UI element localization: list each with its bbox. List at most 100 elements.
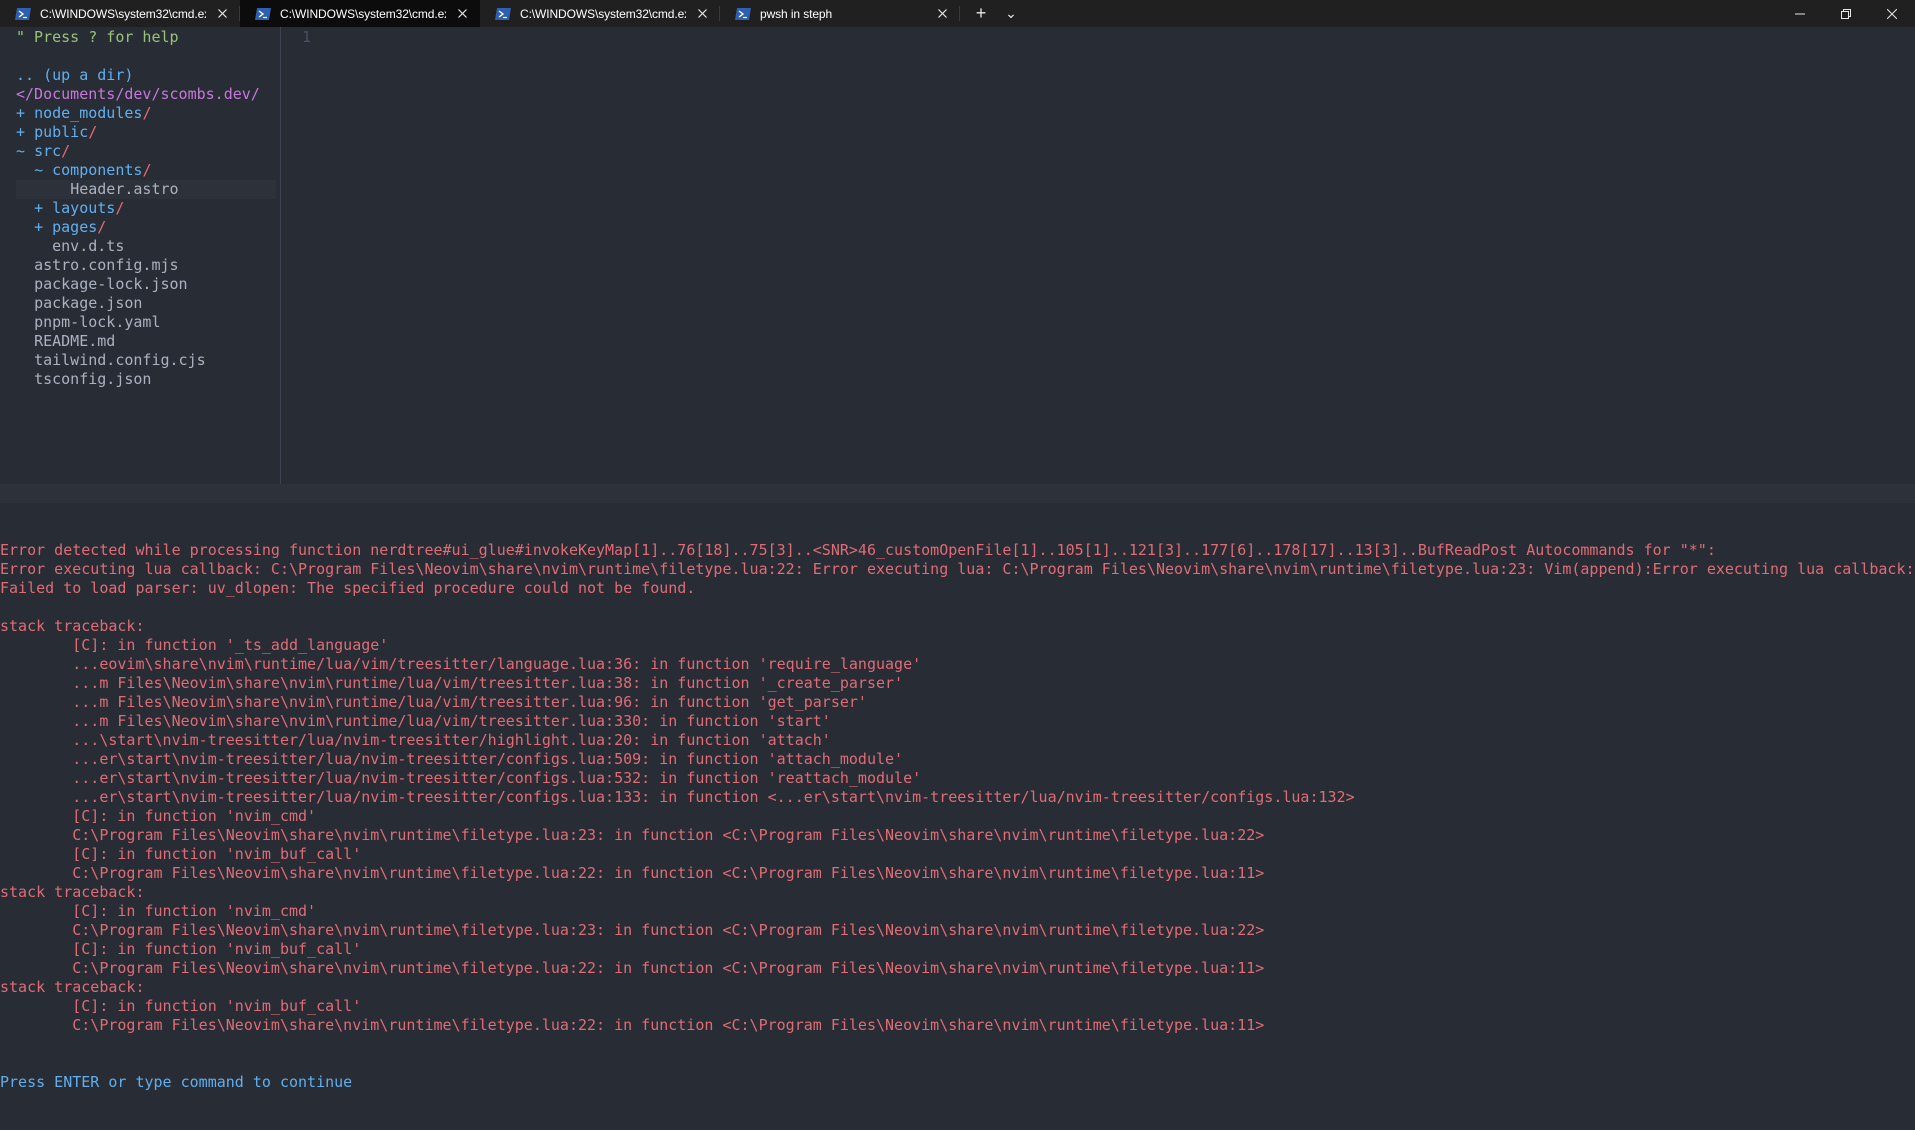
tree-dir-slash: / bbox=[115, 199, 125, 217]
nerdtree-dir[interactable]: + node_modules/ bbox=[16, 104, 280, 123]
error-line: stack traceback: bbox=[0, 883, 145, 901]
tree-marker: + bbox=[16, 123, 35, 141]
nerdtree-file[interactable]: package.json bbox=[16, 294, 280, 313]
error-line: C:\Program Files\Neovim\share\nvim\runti… bbox=[0, 921, 1265, 939]
error-line: C:\Program Files\Neovim\share\nvim\runti… bbox=[0, 959, 1265, 977]
close-icon bbox=[457, 9, 467, 18]
tree-entry-name: Header.astro bbox=[70, 180, 179, 198]
error-line: [C]: in function 'nvim_cmd' bbox=[0, 807, 317, 825]
continue-prompt: Press ENTER or type command to continue bbox=[0, 1073, 353, 1091]
tree-entry-name: package.json bbox=[34, 294, 143, 312]
error-line: Error detected while processing function… bbox=[0, 541, 1716, 559]
error-line: [C]: in function 'nvim_cmd' bbox=[0, 902, 317, 920]
nerdtree-blank bbox=[16, 47, 280, 66]
tab-separator bbox=[959, 6, 960, 21]
tree-entry-name: tailwind.config.cjs bbox=[34, 351, 206, 369]
nerdtree-root[interactable]: </Documents/dev/scombs.dev/ bbox=[16, 85, 280, 104]
error-line: C:\Program Files\Neovim\share\nvim\runti… bbox=[0, 1016, 1265, 1034]
nerdtree-file[interactable]: Header.astro bbox=[16, 180, 276, 199]
nerdtree-up-dir[interactable]: .. (up a dir) bbox=[16, 66, 280, 85]
tree-marker: ~ bbox=[34, 161, 53, 179]
terminal-pane[interactable]: " Press ? for help .. (up a dir) </Docum… bbox=[0, 27, 1915, 1091]
tree-entry-name: astro.config.mjs bbox=[34, 256, 179, 274]
tree-entry-name: package-lock.json bbox=[34, 275, 188, 293]
tree-dir-slash: / bbox=[88, 123, 98, 141]
nerdtree-file[interactable]: package-lock.json bbox=[16, 275, 280, 294]
error-line: ...\start\nvim-treesitter/lua/nvim-trees… bbox=[0, 731, 831, 749]
window-controls bbox=[1777, 0, 1915, 27]
tab-close-button[interactable] bbox=[694, 6, 710, 22]
error-line: ...er\start\nvim-treesitter/lua/nvim-tre… bbox=[0, 788, 1355, 806]
tree-entry-name: src bbox=[34, 142, 62, 160]
tab-3[interactable]: C:\WINDOWS\system32\cmd.exe bbox=[480, 0, 720, 27]
nerdtree-file[interactable]: tsconfig.json bbox=[16, 370, 280, 389]
nerdtree-dir[interactable]: ~ components/ bbox=[16, 161, 280, 180]
tab-title: C:\WINDOWS\system32\cmd.exe bbox=[40, 6, 206, 21]
error-line bbox=[0, 598, 1915, 617]
nerdtree-dir[interactable]: + layouts/ bbox=[16, 199, 280, 218]
nerdtree-file[interactable]: tailwind.config.cjs bbox=[16, 351, 280, 370]
editor-buffer[interactable]: 1 bbox=[281, 27, 1915, 484]
error-line: Error executing lua callback: C:\Program… bbox=[0, 560, 1915, 578]
tab-title: pwsh in steph bbox=[760, 6, 833, 21]
error-line: ...m Files\Neovim\share\nvim\runtime/lua… bbox=[0, 712, 831, 730]
nerdtree-panel[interactable]: " Press ? for help .. (up a dir) </Docum… bbox=[0, 27, 280, 484]
new-tab-button[interactable]: + bbox=[966, 0, 996, 27]
plus-icon: + bbox=[975, 3, 987, 23]
tree-dir-slash: / bbox=[97, 218, 107, 236]
minimize-icon bbox=[1795, 13, 1805, 14]
error-line: stack traceback: bbox=[0, 978, 145, 996]
nerdtree-file[interactable]: env.d.ts bbox=[16, 237, 280, 256]
tree-entry-name: env.d.ts bbox=[52, 237, 125, 255]
nerdtree-file[interactable]: astro.config.mjs bbox=[16, 256, 280, 275]
tab-bar: C:\WINDOWS\system32\cmd.exe C:\WINDOWS\sy… bbox=[0, 0, 1915, 27]
error-line: [C]: in function 'nvim_buf_call' bbox=[0, 997, 362, 1015]
error-line: ...eovim\share\nvim\runtime/lua/vim/tree… bbox=[0, 655, 922, 673]
line-number: 1 bbox=[302, 28, 312, 46]
close-icon bbox=[697, 9, 707, 18]
tab-title: C:\WINDOWS\system32\cmd.exe bbox=[280, 6, 446, 21]
tab-actions: + ⌄ bbox=[966, 0, 1026, 27]
tree-entry-name: components bbox=[52, 161, 143, 179]
powershell-icon bbox=[735, 7, 751, 20]
restore-button[interactable] bbox=[1823, 0, 1869, 27]
tab-4[interactable]: pwsh in steph bbox=[720, 0, 960, 27]
nerdtree-dir[interactable]: ~ src/ bbox=[16, 142, 280, 161]
tree-marker: + bbox=[34, 199, 53, 217]
tab-close-button[interactable] bbox=[934, 6, 950, 22]
error-line: ...m Files\Neovim\share\nvim\runtime/lua… bbox=[0, 693, 867, 711]
error-line: Failed to load parser: uv_dlopen: The sp… bbox=[0, 579, 696, 597]
nerdtree-dir[interactable]: + public/ bbox=[16, 123, 280, 142]
error-line: [C]: in function 'nvim_buf_call' bbox=[0, 845, 362, 863]
powershell-icon bbox=[495, 7, 511, 20]
tab-1[interactable]: C:\WINDOWS\system32\cmd.exe bbox=[0, 0, 240, 27]
tree-marker: ~ bbox=[16, 142, 35, 160]
tree-entry-name: public bbox=[34, 123, 89, 141]
close-window-button[interactable] bbox=[1869, 0, 1915, 27]
tree-entry-name: pages bbox=[52, 218, 98, 236]
tree-dir-slash: / bbox=[142, 161, 152, 179]
tab-close-button[interactable] bbox=[214, 6, 230, 22]
error-line: ...m Files\Neovim\share\nvim\runtime/lua… bbox=[0, 674, 904, 692]
tab-2[interactable]: C:\WINDOWS\system32\cmd.exe bbox=[240, 0, 480, 27]
status-line bbox=[0, 484, 1915, 503]
tree-entry-name: tsconfig.json bbox=[34, 370, 152, 388]
nerdtree-file[interactable]: README.md bbox=[16, 332, 280, 351]
nerdtree-file[interactable]: pnpm-lock.yaml bbox=[16, 313, 280, 332]
nerdtree-dir[interactable]: + pages/ bbox=[16, 218, 280, 237]
chevron-down-icon: ⌄ bbox=[1005, 5, 1017, 21]
tab-close-button[interactable] bbox=[454, 6, 470, 22]
minimize-button[interactable] bbox=[1777, 0, 1823, 27]
restore-icon bbox=[1841, 8, 1851, 19]
tab-dropdown-button[interactable]: ⌄ bbox=[996, 0, 1026, 27]
tabs-container: C:\WINDOWS\system32\cmd.exe C:\WINDOWS\sy… bbox=[0, 0, 960, 27]
tree-entry-name: layouts bbox=[52, 199, 116, 217]
close-icon bbox=[217, 9, 227, 18]
